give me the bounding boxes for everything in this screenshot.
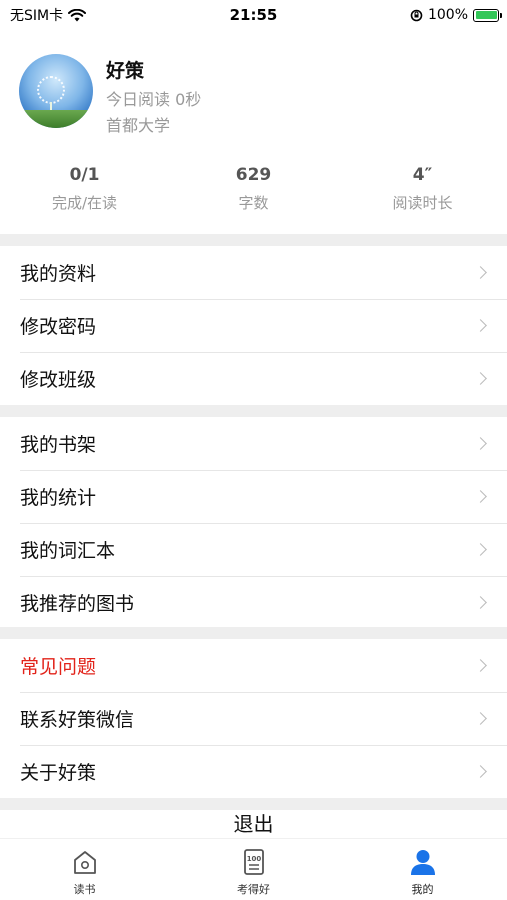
menu-item-label: 修改班级 xyxy=(20,369,97,391)
avatar[interactable] xyxy=(19,54,93,128)
stat-label: 完成/在读 xyxy=(51,194,118,212)
chevron-right-icon xyxy=(474,712,487,725)
tab-score[interactable]: 100 考得好 xyxy=(169,839,338,900)
status-bar: 无SIM卡 21:55 100% xyxy=(0,0,507,30)
menu-item-contact-wechat[interactable]: 联系好策微信 xyxy=(0,692,507,745)
section-divider xyxy=(0,405,507,417)
home-icon xyxy=(73,851,96,874)
menu-item-label: 联系好策微信 xyxy=(20,709,135,731)
chevron-right-icon xyxy=(474,372,487,385)
profile-name: 好策 xyxy=(106,60,145,82)
menu-item-label: 我推荐的图书 xyxy=(20,593,135,615)
chevron-right-icon xyxy=(474,266,487,279)
stat-completed: 0/1 完成/在读 xyxy=(0,162,169,222)
tab-read[interactable]: 读书 xyxy=(0,839,169,900)
stat-words: 629 字数 xyxy=(169,162,338,222)
menu-item-statistics[interactable]: 我的统计 xyxy=(0,470,507,523)
wifi-icon xyxy=(68,8,87,21)
menu-item-my-profile[interactable]: 我的资料 xyxy=(0,246,507,299)
menu-item-change-password[interactable]: 修改密码 xyxy=(0,299,507,352)
stat-value: 629 xyxy=(235,165,272,185)
menu-item-vocabulary[interactable]: 我的词汇本 xyxy=(0,523,507,576)
chevron-right-icon xyxy=(474,765,487,778)
menu-item-label: 我的资料 xyxy=(20,263,97,285)
orientation-lock-icon xyxy=(410,9,423,21)
svg-text:100: 100 xyxy=(246,855,261,863)
menu-group-help: 常见问题 联系好策微信 关于好策 xyxy=(0,639,507,798)
menu-item-label: 我的统计 xyxy=(20,487,97,509)
carrier-text: 无SIM卡 xyxy=(10,8,64,24)
score-card-icon: 100 xyxy=(243,849,264,875)
menu-item-change-class[interactable]: 修改班级 xyxy=(0,352,507,405)
tab-label: 考得好 xyxy=(237,883,270,896)
reading-stats: 0/1 完成/在读 629 字数 4″ 阅读时长 xyxy=(0,162,507,222)
chevron-right-icon xyxy=(474,437,487,450)
menu-item-about[interactable]: 关于好策 xyxy=(0,745,507,798)
stat-reading-time: 4″ 阅读时长 xyxy=(338,162,507,222)
menu-item-label: 我的书架 xyxy=(20,434,97,456)
stat-value: 0/1 xyxy=(69,165,100,185)
today-reading-text: 今日阅读 0秒 xyxy=(106,90,202,109)
battery-percent: 100% xyxy=(427,7,468,23)
section-divider xyxy=(0,627,507,639)
menu-item-faq[interactable]: 常见问题 xyxy=(0,639,507,692)
chevron-right-icon xyxy=(474,319,487,332)
menu-item-recommended-books[interactable]: 我推荐的图书 xyxy=(0,576,507,629)
logout-button[interactable]: 退出 xyxy=(0,808,507,837)
user-icon xyxy=(410,850,435,875)
school-text: 首都大学 xyxy=(106,116,171,135)
tab-bar: 读书 100 考得好 我的 xyxy=(0,838,507,900)
chevron-right-icon xyxy=(474,659,487,672)
chevron-right-icon xyxy=(474,543,487,556)
menu-item-label: 修改密码 xyxy=(20,316,97,338)
stat-value: 4″ xyxy=(412,165,433,185)
tab-label: 我的 xyxy=(411,883,434,896)
menu-item-bookshelf[interactable]: 我的书架 xyxy=(0,417,507,470)
status-right: 100% xyxy=(410,7,502,23)
profile-header[interactable]: 好策 今日阅读 0秒 首都大学 xyxy=(0,50,507,145)
tab-mine[interactable]: 我的 xyxy=(338,839,507,900)
stat-label: 字数 xyxy=(238,194,269,212)
tab-label: 读书 xyxy=(73,883,96,896)
menu-item-label: 常见问题 xyxy=(20,656,97,678)
stat-label: 阅读时长 xyxy=(392,194,453,212)
chevron-right-icon xyxy=(474,596,487,609)
status-left: 无SIM卡 xyxy=(10,5,87,25)
battery-icon xyxy=(473,8,502,22)
chevron-right-icon xyxy=(474,490,487,503)
menu-item-label: 我的词汇本 xyxy=(20,540,116,562)
menu-item-label: 关于好策 xyxy=(20,762,97,784)
section-divider xyxy=(0,234,507,246)
menu-group-account: 我的资料 修改密码 修改班级 xyxy=(0,246,507,405)
menu-group-reading: 我的书架 我的统计 我的词汇本 我推荐的图书 xyxy=(0,417,507,629)
